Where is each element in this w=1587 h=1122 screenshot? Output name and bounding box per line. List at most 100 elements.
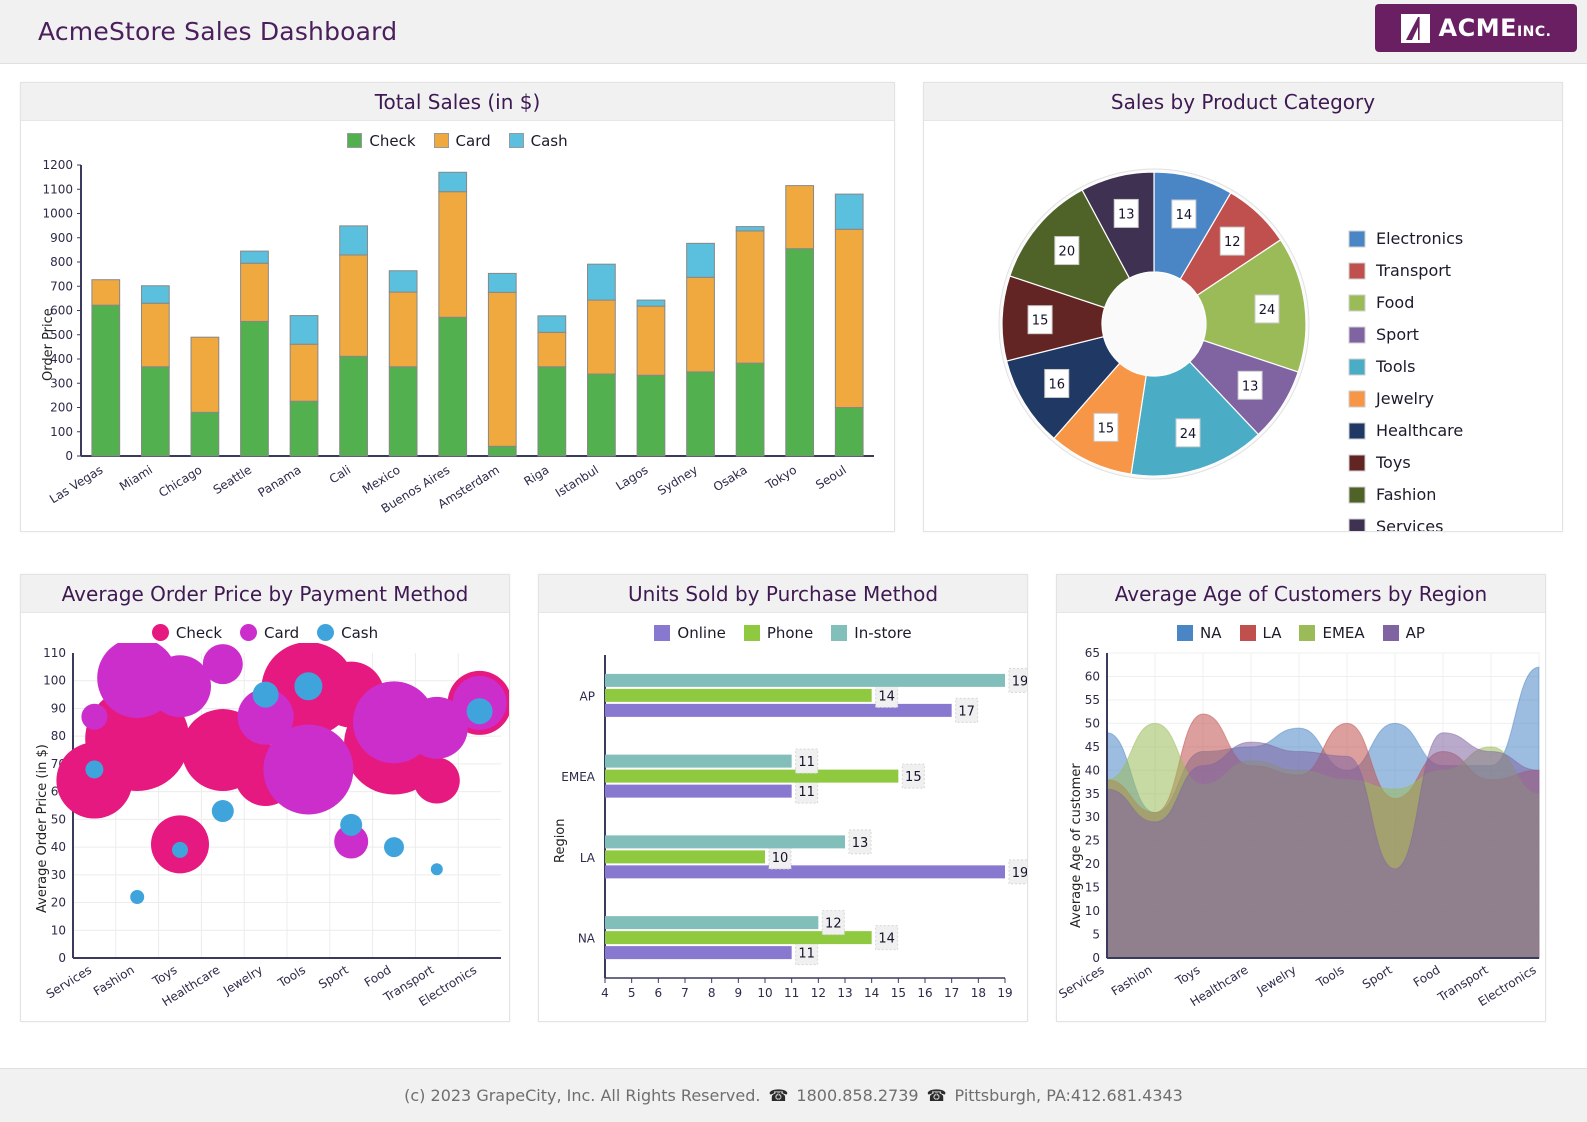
legend-item-services[interactable]: Services: [1376, 517, 1443, 536]
bar[interactable]: [605, 865, 1005, 879]
svg-text:18: 18: [971, 986, 986, 1000]
panel-units-sold-title: Units Sold by Purchase Method: [627, 581, 939, 606]
legend-item-toys[interactable]: Toys: [1375, 453, 1411, 472]
bar-segment[interactable]: [190, 411, 220, 457]
bar-segment[interactable]: [487, 272, 517, 293]
bubble-point[interactable]: [172, 841, 188, 858]
legend-item-sport[interactable]: Sport: [1376, 325, 1419, 344]
bar[interactable]: [605, 769, 899, 783]
bar-segment[interactable]: [785, 248, 815, 457]
bar-segment[interactable]: [438, 171, 468, 193]
bar-segment[interactable]: [289, 400, 319, 457]
legend-item-card[interactable]: Card: [433, 132, 491, 150]
bar-segment[interactable]: [339, 254, 368, 357]
bar[interactable]: [605, 703, 952, 717]
legend-item-transport[interactable]: Transport: [1375, 261, 1451, 280]
legend-item-cash[interactable]: Cash: [317, 624, 378, 642]
bar[interactable]: [605, 688, 872, 702]
legend-item-emea[interactable]: EMEA: [1299, 624, 1365, 642]
bubble-point[interactable]: [384, 837, 404, 858]
legend-item-na[interactable]: NA: [1177, 624, 1222, 642]
bubble-point[interactable]: [130, 890, 145, 904]
bar-segment[interactable]: [388, 270, 418, 293]
bar-segment[interactable]: [636, 305, 666, 376]
bubble-point[interactable]: [466, 698, 493, 725]
bar-segment[interactable]: [438, 191, 468, 318]
bar-segment[interactable]: [438, 316, 468, 457]
bar-segment[interactable]: [834, 193, 864, 230]
legend-item-in-store[interactable]: In-store: [831, 624, 912, 642]
bubble-point[interactable]: [202, 644, 243, 685]
bar-segment[interactable]: [735, 362, 765, 457]
legend-item-healthcare[interactable]: Healthcare: [1376, 421, 1463, 440]
bar[interactable]: [605, 673, 1005, 687]
bar-segment[interactable]: [339, 355, 368, 457]
bar-segment[interactable]: [636, 299, 666, 307]
bar-segment[interactable]: [834, 228, 864, 408]
bar[interactable]: [605, 946, 792, 960]
bar-segment[interactable]: [587, 263, 616, 301]
legend-item-fashion[interactable]: Fashion: [1376, 485, 1436, 504]
bubble-point[interactable]: [294, 672, 323, 701]
legend-item-phone[interactable]: Phone: [743, 624, 813, 642]
bar-segment[interactable]: [686, 371, 715, 457]
svg-text:20: 20: [51, 896, 66, 910]
bar-segment[interactable]: [140, 285, 170, 304]
bar-segment[interactable]: [289, 315, 319, 345]
bubble-point[interactable]: [149, 655, 211, 718]
y-axis-label: Average Order Price (in $): [35, 744, 50, 913]
legend-item-card[interactable]: Card: [240, 624, 299, 642]
bar[interactable]: [605, 850, 765, 864]
bubble-point[interactable]: [252, 681, 279, 708]
bar-segment[interactable]: [91, 304, 121, 457]
bar-segment[interactable]: [785, 185, 815, 250]
svg-text:15: 15: [1098, 421, 1115, 436]
legend-item-food[interactable]: Food: [1376, 293, 1414, 312]
bar-segment[interactable]: [587, 299, 616, 375]
bar[interactable]: [605, 754, 792, 768]
legend-item-check[interactable]: Check: [347, 132, 416, 150]
bar-segment[interactable]: [834, 407, 864, 457]
bar-segment[interactable]: [735, 230, 765, 364]
bubble-point[interactable]: [211, 800, 234, 823]
bar-segment[interactable]: [587, 373, 616, 457]
bubble-point[interactable]: [413, 757, 460, 804]
bar-segment[interactable]: [339, 225, 368, 256]
legend-item-tools[interactable]: Tools: [1375, 357, 1415, 376]
bar-segment[interactable]: [537, 331, 567, 368]
bar-segment[interactable]: [240, 320, 269, 457]
bar-segment[interactable]: [240, 250, 269, 264]
bar-segment[interactable]: [537, 366, 567, 457]
legend-item-jewelry[interactable]: Jewelry: [1375, 389, 1434, 408]
legend-item-ap[interactable]: AP: [1382, 624, 1425, 642]
bar-segment[interactable]: [140, 302, 170, 368]
legend-item-cash[interactable]: Cash: [508, 132, 568, 150]
legend-item-check[interactable]: Check: [151, 624, 222, 642]
bar[interactable]: [605, 916, 819, 930]
bar-segment[interactable]: [487, 445, 517, 457]
legend-item-electronics[interactable]: Electronics: [1376, 229, 1463, 248]
bar-segment[interactable]: [537, 315, 567, 333]
bar-segment[interactable]: [91, 279, 121, 306]
bar-segment[interactable]: [686, 276, 715, 373]
bar-segment[interactable]: [289, 343, 319, 402]
bar-segment[interactable]: [388, 366, 418, 457]
legend-item-online[interactable]: Online: [654, 624, 726, 642]
bar-segment[interactable]: [636, 374, 666, 457]
bar-segment[interactable]: [735, 226, 765, 232]
bar-segment[interactable]: [686, 242, 715, 278]
panel-avg-age-header: Average Age of Customers by Region: [1057, 575, 1545, 613]
bar-segment[interactable]: [140, 366, 170, 457]
bubble-point[interactable]: [263, 724, 354, 815]
bar-segment[interactable]: [190, 336, 220, 413]
bubble-point[interactable]: [85, 760, 104, 779]
bubble-point[interactable]: [430, 863, 443, 876]
bar-segment[interactable]: [240, 262, 269, 322]
bar[interactable]: [605, 784, 792, 798]
legend-item-la[interactable]: LA: [1239, 624, 1281, 642]
bar-segment[interactable]: [487, 291, 517, 447]
bar-segment[interactable]: [388, 291, 418, 368]
bubble-point[interactable]: [340, 813, 363, 836]
bar[interactable]: [605, 835, 845, 849]
bubble-point[interactable]: [81, 703, 108, 730]
